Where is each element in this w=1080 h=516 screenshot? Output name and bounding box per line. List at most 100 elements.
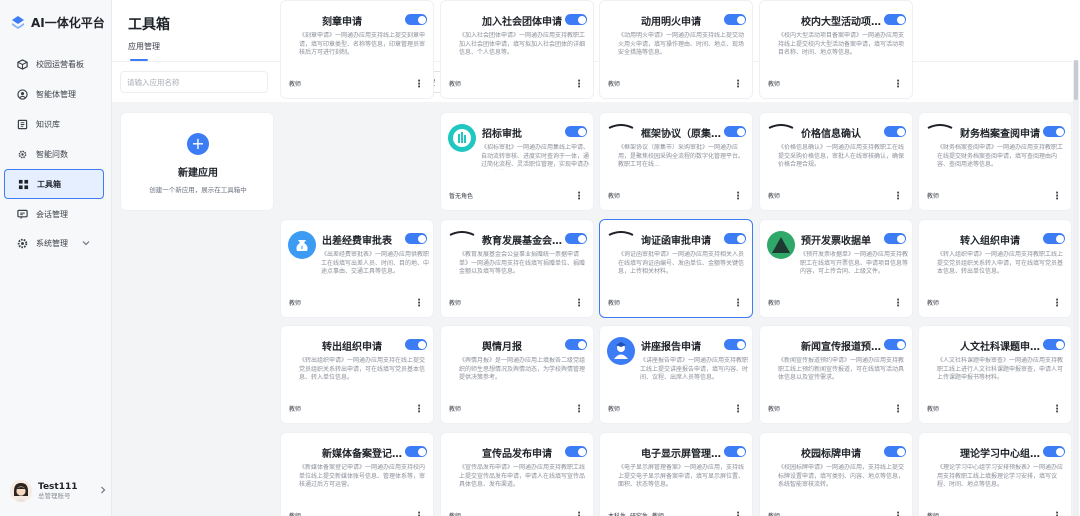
app-card[interactable]: 理论学习中心组… 《理论学习中心组学习安排预报表》一网通办应用支持教职工线上填报理…	[918, 432, 1072, 516]
more-options-icon[interactable]: ⋮	[574, 512, 584, 516]
enable-toggle[interactable]	[1043, 233, 1065, 244]
app-card[interactable]: 询证函审批申请 《询证函审批申请》一网通办应用支持相关人员在线填写询证函编号、发函…	[599, 219, 753, 318]
more-options-icon[interactable]: ⋮	[893, 192, 903, 202]
book-icon	[16, 118, 28, 130]
brand[interactable]: AI一体化平台	[10, 14, 105, 31]
app-card[interactable]: 预开发票收据单 《预开发票收据单》一网通办应用支持教职工在线填写开票信息、申请项目…	[759, 219, 913, 318]
more-options-icon[interactable]: ⋮	[414, 80, 424, 90]
app-card[interactable]: 转入组织申请 《转入组织申请》一网通办应用支持教职工线上提交党员组织关系转入申请，…	[918, 219, 1072, 318]
more-options-icon[interactable]: ⋮	[893, 512, 903, 516]
app-card[interactable]: ¥ 出差经费审批表 《出差经费审批表》一网通办应用供教职工在线填写出差人员、时间、目…	[280, 219, 434, 318]
app-card[interactable]: 校内大型活动项… 《校内大型活动项目备案申请》一网通办应用支持线上提交校内大型活动…	[759, 0, 913, 99]
more-options-icon[interactable]: ⋮	[1052, 512, 1062, 516]
enable-toggle[interactable]	[565, 339, 587, 350]
app-card[interactable]: 新闻宣传报道预… 《新闻宣传报道预约申请》一网通办应用支持教职工线上预约新闻宣传报…	[759, 325, 913, 424]
new-app-card[interactable]: + 新建应用 创建一个新应用，展示在工具箱中	[120, 112, 274, 211]
more-options-icon[interactable]: ⋮	[414, 512, 424, 516]
enable-toggle[interactable]	[724, 14, 746, 25]
app-card-title: 讲座报告申请	[641, 342, 701, 353]
enable-toggle[interactable]	[405, 233, 427, 244]
more-options-icon[interactable]: ⋮	[574, 192, 584, 202]
app-card[interactable]: 新媒体备案登记… 《新媒体备案登记申请》一网通办应用支持校内单位线上提交新媒体账号…	[280, 432, 434, 516]
enable-toggle[interactable]	[405, 446, 427, 457]
app-card[interactable]: 刻章申请 《刻章申请》一网通办应用支持线上提交刻章申请，填写印章类型、名称等信息，…	[280, 0, 434, 99]
sidebar-item-system-management[interactable]: 系统管理	[0, 229, 112, 259]
enable-toggle[interactable]	[724, 233, 746, 244]
enable-toggle[interactable]	[565, 233, 587, 244]
sidebar-item-smart-query[interactable]: 智能问数	[0, 139, 112, 169]
more-options-icon[interactable]: ⋮	[574, 80, 584, 90]
app-card[interactable]: 人文社科课题申… 《人文社科课题申报审查》一网通办应用支持教职工线上进行人文社科课…	[918, 325, 1072, 424]
tab-app-management[interactable]: 应用管理	[128, 41, 160, 52]
more-options-icon[interactable]: ⋮	[733, 192, 743, 202]
logo-icon	[12, 15, 24, 29]
more-options-icon[interactable]: ⋮	[414, 299, 424, 309]
enable-toggle[interactable]	[724, 446, 746, 457]
sidebar-item-session-management[interactable]: 会话管理	[0, 199, 112, 229]
user-role: 总管理账号	[38, 491, 71, 500]
enable-toggle[interactable]	[565, 14, 587, 25]
sidebar-item-label: 会话管理	[36, 209, 68, 219]
enable-toggle[interactable]	[1043, 126, 1065, 137]
app-card[interactable]: 转出组织申请 《转出组织申请》一网通办应用支持在线上提交党员组织关系转出申请，可在…	[280, 325, 434, 424]
enable-toggle[interactable]	[565, 446, 587, 457]
chevron-down-icon[interactable]	[82, 239, 90, 248]
app-card-title: 招标审批	[482, 129, 522, 140]
enable-toggle[interactable]	[565, 126, 587, 137]
app-card[interactable]: 校园标牌申请 《校园标牌申请》一网通办应用，支持线上提交标牌设置申请，填写类别、内…	[759, 432, 913, 516]
enable-toggle[interactable]	[405, 14, 427, 25]
scrollbar-thumb[interactable]	[1074, 60, 1078, 100]
sidebar-item-agent-management[interactable]: 智能体管理	[0, 80, 112, 110]
app-card[interactable]: 财务档案查阅申请 《财务档案查阅申请》一网通办应用支持教职工在线提交财务档案查阅申…	[918, 112, 1072, 211]
app-card[interactable]: 加入社会团体申请 《加入社会团体申请》一网通办应用支持教职工加入社会团体申请，填写…	[440, 0, 594, 99]
app-card[interactable]: 舆情月报 《舆情月报》是一网通办应用上填报各二级党组织的师生思想情况及舆情动态，为…	[440, 325, 594, 424]
app-card-desc: 《转出组织申请》一网通办应用支持在线上提交党员组织关系转出申请，可在线填写党员基…	[299, 357, 426, 382]
role-tag: 教师	[608, 300, 621, 307]
sidebar-item-campus-dashboard[interactable]: 校园运营看板	[0, 50, 112, 80]
enable-toggle[interactable]	[884, 446, 906, 457]
more-options-icon[interactable]: ⋮	[893, 80, 903, 90]
avatar[interactable]	[10, 480, 32, 502]
role-tag: 教师	[768, 511, 780, 516]
app-card[interactable]: 框架协议（原集… 《框架协议（原集市）采购审批》一网通办应用，是聚焦校园采购全流程…	[599, 112, 753, 211]
more-options-icon[interactable]: ⋮	[574, 405, 584, 415]
app-card[interactable]: 动用明火申请 《动用明火申请》一网通办应用支持线上提交动火用火申请，填写操作理由、…	[599, 0, 753, 99]
more-options-icon[interactable]: ⋮	[733, 512, 743, 516]
more-options-icon[interactable]: ⋮	[733, 299, 743, 309]
sidebar-item-knowledge-base[interactable]: 知识库	[0, 110, 112, 140]
app-card[interactable]: 招标审批 《招标审批》一网通办应用集线上申请、自动流转审核、进度实时查询于一体，通…	[440, 112, 594, 211]
enable-toggle[interactable]	[724, 126, 746, 137]
app-card[interactable]: 讲座报告申请 《讲座报告申请》一网通办应用支持教职工线上提交讲座报告申请，填写内容…	[599, 325, 753, 424]
enable-toggle[interactable]	[884, 14, 906, 25]
role-tags: 教师	[768, 298, 780, 307]
more-options-icon[interactable]: ⋮	[733, 405, 743, 415]
role-tags: 教师	[608, 298, 620, 307]
app-card[interactable]: 价格信息确认 《价格信息确认》一网通办应用支持教职工在线提交采购价格信息，审批人在…	[759, 112, 913, 211]
more-options-icon[interactable]: ⋮	[414, 405, 424, 415]
role-tag: 教师	[927, 406, 940, 413]
scrollbar-track[interactable]	[1073, 60, 1079, 516]
brand-title: AI一体化平台	[31, 16, 105, 30]
search-input[interactable]	[120, 71, 268, 93]
more-options-icon[interactable]: ⋮	[574, 299, 584, 309]
more-options-icon[interactable]: ⋮	[1052, 405, 1062, 415]
app-card[interactable]: 教育发展基金会… 《教育发展基金会公益事业捐赠统一票据申请单》一网通办应用支持在线…	[440, 219, 594, 318]
enable-toggle[interactable]	[884, 126, 906, 137]
enable-toggle[interactable]	[405, 339, 427, 350]
enable-toggle[interactable]	[1043, 446, 1065, 457]
app-card[interactable]: 电子显示屏管理… 《电子显示屏管理备案》一网通办应用，支持线上提交电子显示屏备案申…	[599, 432, 753, 516]
app-card[interactable]: 宣传品发布申请 《宣传品发布申请》一网通办应用支持教职工线上提交宣传品发布申请，申…	[440, 432, 594, 516]
more-options-icon[interactable]: ⋮	[1052, 299, 1062, 309]
app-card-title: 新闻宣传报道预…	[801, 342, 881, 353]
sidebar-item-toolbox[interactable]: 工具箱	[4, 169, 104, 200]
enable-toggle[interactable]	[1043, 339, 1065, 350]
enable-toggle[interactable]	[724, 339, 746, 350]
chevron-right-icon[interactable]	[100, 486, 106, 497]
more-options-icon[interactable]: ⋮	[1052, 192, 1062, 202]
enable-toggle[interactable]	[884, 339, 906, 350]
more-options-icon[interactable]: ⋮	[893, 299, 903, 309]
enable-toggle[interactable]	[884, 233, 906, 244]
user-profile[interactable]: Test111 总管理账号	[10, 480, 106, 502]
more-options-icon[interactable]: ⋮	[893, 405, 903, 415]
more-options-icon[interactable]: ⋮	[733, 80, 743, 90]
